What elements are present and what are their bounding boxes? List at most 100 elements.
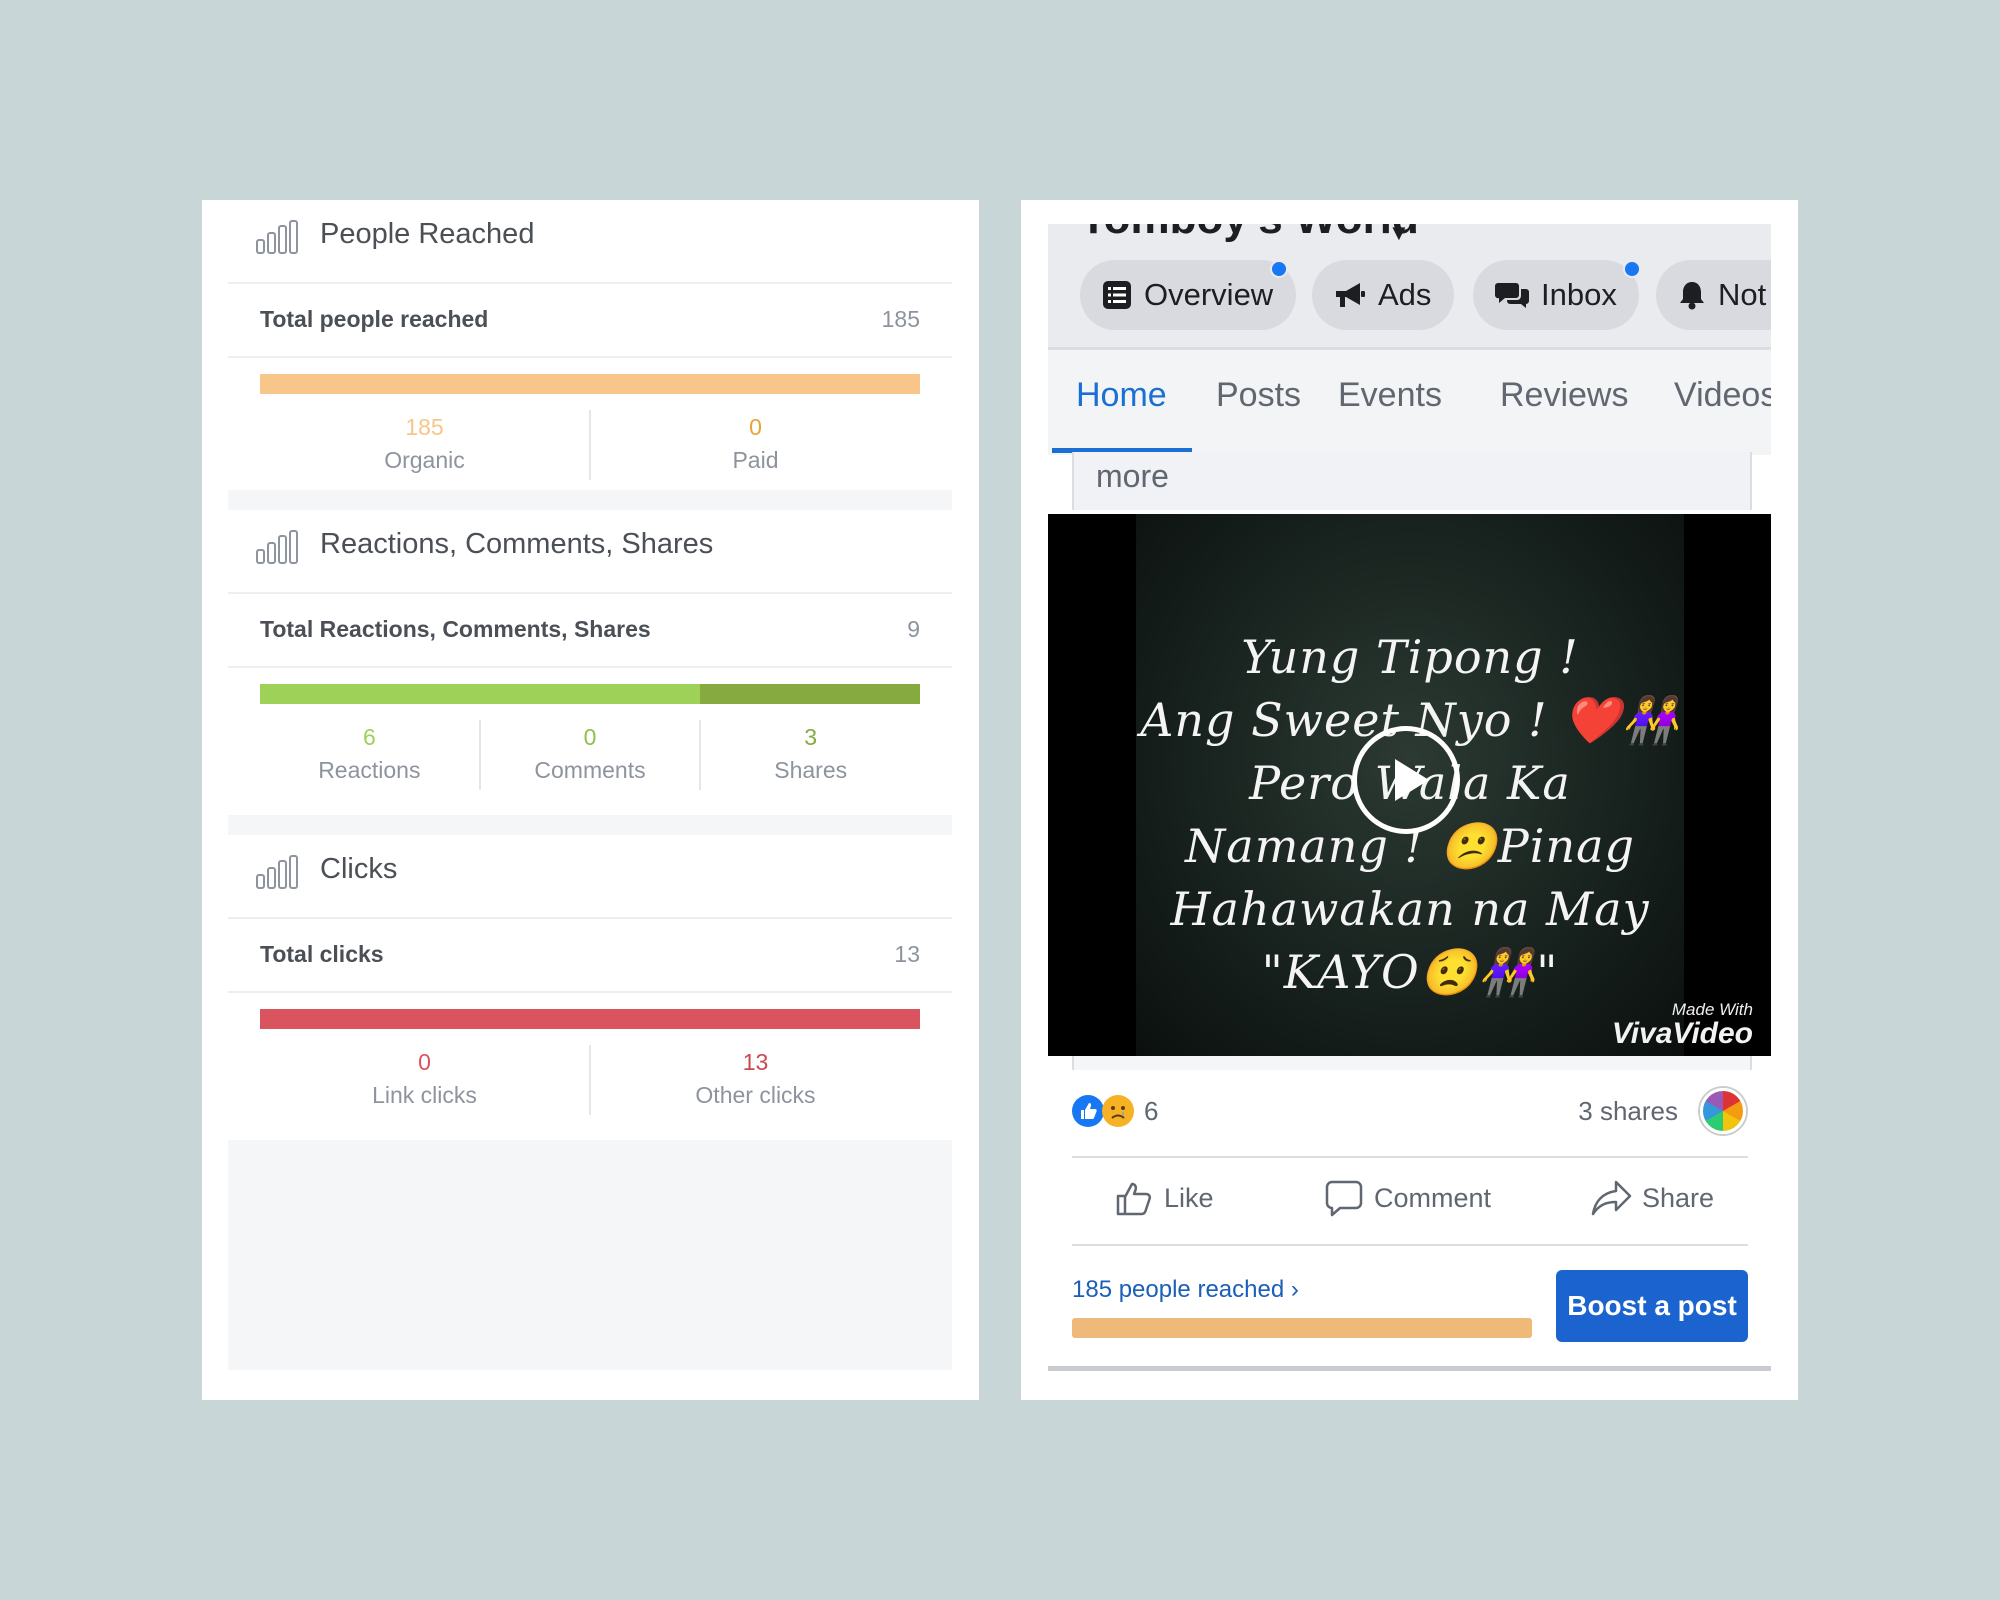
metric-value: 0 — [749, 414, 762, 440]
total-value: 9 — [907, 616, 920, 642]
section-header: People Reached — [228, 200, 952, 284]
metric-value: 13 — [742, 1049, 769, 1075]
comment-icon — [1325, 1180, 1363, 1217]
metric-column: 13 Other clicks — [589, 1045, 920, 1115]
metric-column: 0 Link clicks — [260, 1045, 589, 1115]
play-icon — [1395, 759, 1429, 801]
people-reached-section: People Reached Total people reached 185 185… — [228, 200, 952, 490]
post-divider — [1072, 1056, 1752, 1070]
caption-line: Yung Tipong ! — [1241, 630, 1579, 684]
notification-dot — [1623, 260, 1641, 278]
metric-label: Shares — [774, 757, 848, 783]
like-button[interactable]: Like — [1114, 1178, 1214, 1218]
metric-value: 6 — [362, 724, 376, 750]
section-total-row: Total clicks 13 — [228, 919, 952, 993]
post-stats: 6 3 shares — [1072, 1070, 1748, 1158]
breakdown-bar — [260, 1009, 920, 1029]
see-more-row[interactable]: more — [1072, 452, 1752, 510]
list-icon — [1103, 281, 1131, 309]
bar-chart-icon — [256, 530, 298, 564]
metric-column: 0 Comments — [478, 720, 700, 790]
bell-icon — [1680, 282, 1704, 310]
metric-label: Link clicks — [372, 1082, 477, 1108]
ads-label: Ads — [1378, 277, 1432, 312]
metric-column: 185 Organic — [260, 410, 589, 480]
avatar[interactable] — [1700, 1088, 1746, 1134]
inbox-button[interactable]: Inbox — [1473, 260, 1641, 330]
total-value: 185 — [881, 306, 920, 332]
section-header: Reactions, Comments, Shares — [228, 510, 952, 594]
metric-label: Reactions — [318, 757, 421, 783]
share-label: Share — [1642, 1182, 1715, 1213]
total-label: Total people reached — [260, 306, 489, 332]
metric-column: 6 Reactions — [260, 720, 479, 790]
share-icon — [1591, 1180, 1632, 1216]
metric-label: Comments — [534, 757, 646, 783]
people-reached-link[interactable]: 185 people reached › — [1072, 1276, 1299, 1304]
breakdown-columns: 6 Reactions 0 Comments 3 Shares — [260, 720, 920, 790]
page-tabs: Home Posts Events Reviews Videos — [1048, 347, 1771, 455]
tab-events[interactable]: Events — [1338, 376, 1442, 415]
overview-label: Overview — [1144, 277, 1274, 312]
insights-list: People Reached Total people reached 185 185… — [228, 200, 952, 1370]
chevron-down-icon[interactable]: ▼ — [1388, 224, 1410, 246]
reach-progress-bar — [1072, 1318, 1532, 1338]
bar-segment — [260, 374, 920, 394]
caption-line: Hahawakan na May — [1170, 882, 1650, 936]
breakdown-columns: 0 Link clicks 13 Other clicks — [260, 1045, 920, 1115]
bar-chart-icon — [256, 855, 298, 889]
notifications-label: Not — [1718, 277, 1767, 312]
breakdown-columns: 185 Organic 0 Paid — [260, 410, 920, 480]
play-button[interactable] — [1352, 726, 1460, 834]
notification-dot — [1270, 260, 1288, 278]
caption-line: "KAYO😟👭" — [1261, 945, 1559, 999]
bar-segment — [700, 684, 920, 704]
section-header: Clicks — [228, 835, 952, 919]
metric-label: Organic — [384, 447, 465, 473]
metric-label: Paid — [732, 447, 779, 473]
sad-reaction-icon[interactable] — [1102, 1095, 1134, 1127]
metric-value: 0 — [418, 1049, 431, 1075]
chat-icon — [1495, 283, 1529, 308]
thumbs-up-icon — [1116, 1182, 1152, 1216]
watermark-brand: VivaVideo — [1611, 1017, 1753, 1050]
post-video[interactable]: Yung Tipong ! Ang Sweet Nyo ! ❤️👭 Pero Wal… — [1048, 514, 1771, 1056]
notifications-button[interactable]: Not — [1656, 260, 1771, 330]
metric-value: 185 — [405, 414, 444, 440]
bar-segment — [260, 1009, 920, 1029]
overview-button[interactable]: Overview — [1080, 260, 1296, 330]
reaction-count[interactable]: 6 — [1144, 1096, 1158, 1127]
bar-segment — [260, 684, 701, 704]
tab-videos[interactable]: Videos — [1674, 376, 1771, 415]
section-total-row: Total Reactions, Comments, Shares 9 — [228, 594, 952, 668]
page-title[interactable]: Tomboy's World — [1080, 224, 1419, 244]
boost-post-button[interactable]: Boost a post — [1556, 1270, 1748, 1342]
section-title: Clicks — [320, 853, 398, 885]
clicks-section: Clicks Total clicks 13 0 Link clicks 13 Other … — [228, 835, 952, 1140]
page-header: Tomboy's World ▼ Overview Ads Inbox Not — [1048, 224, 1771, 347]
share-button[interactable]: Share — [1590, 1178, 1714, 1218]
phone-screen: Tomboy's World ▼ Overview Ads Inbox Not — [1048, 224, 1771, 1371]
shares-count[interactable]: 3 shares — [1578, 1096, 1678, 1127]
inbox-label: Inbox — [1541, 277, 1617, 312]
tab-posts[interactable]: Posts — [1216, 376, 1301, 415]
ads-button[interactable]: Ads — [1312, 260, 1454, 330]
metric-column: 3 Shares — [699, 720, 920, 790]
total-label: Total Reactions, Comments, Shares — [260, 616, 651, 642]
insights-card: People Reached Total people reached 185 185… — [202, 200, 979, 1400]
tab-reviews[interactable]: Reviews — [1500, 376, 1628, 415]
tab-home[interactable]: Home — [1076, 376, 1167, 415]
comment-button[interactable]: Comment — [1324, 1178, 1491, 1218]
breakdown-bar — [260, 684, 920, 704]
facebook-card: Tomboy's World ▼ Overview Ads Inbox Not — [1021, 200, 1798, 1400]
comment-label: Comment — [1374, 1182, 1492, 1213]
section-total-row: Total people reached 185 — [228, 284, 952, 358]
like-label: Like — [1164, 1182, 1214, 1213]
like-reaction-icon[interactable] — [1072, 1095, 1104, 1127]
see-more-link[interactable]: more — [1096, 458, 1169, 495]
total-value: 13 — [894, 941, 920, 967]
megaphone-icon — [1336, 283, 1365, 307]
total-label: Total clicks — [260, 941, 384, 967]
bar-chart-icon — [256, 220, 298, 254]
engagement-section: Reactions, Comments, Shares Total Reactio… — [228, 510, 952, 815]
